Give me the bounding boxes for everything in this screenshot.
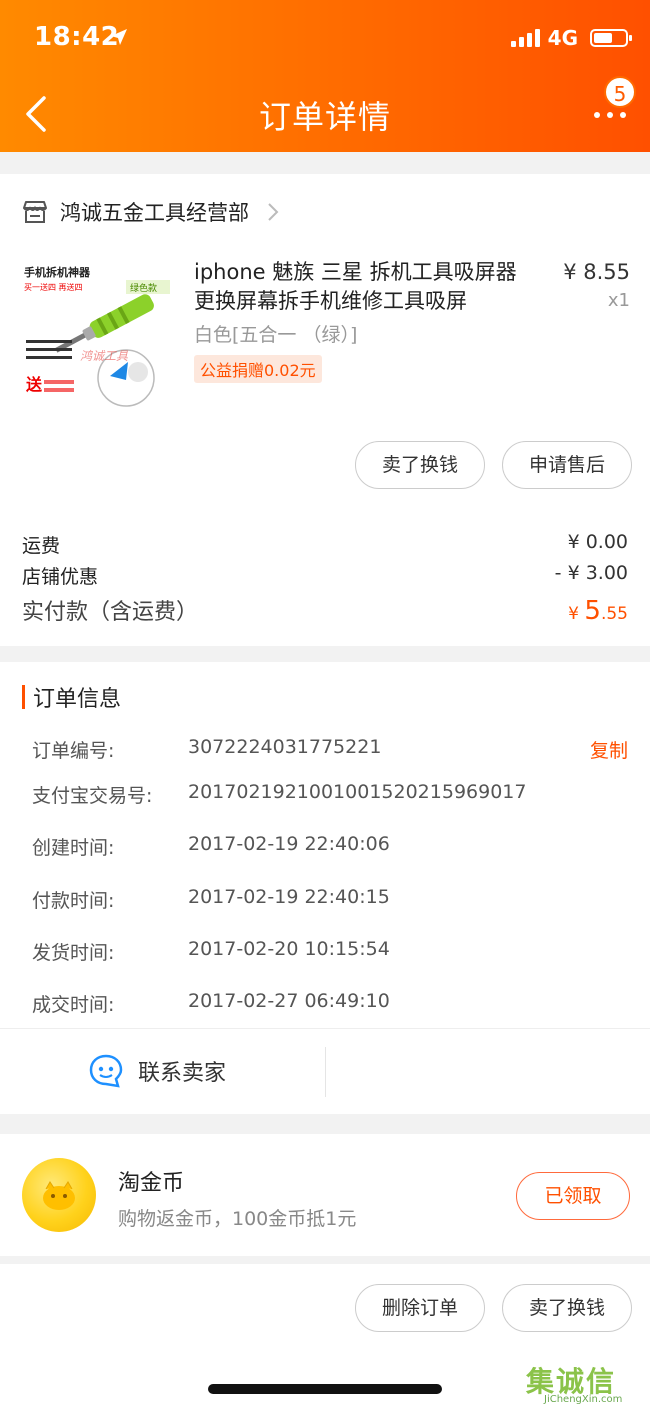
battery-icon [590,29,632,47]
order-info-title: 订单信息 [22,683,122,712]
shop-link[interactable]: 鸿诚五金工具经营部 [22,196,279,228]
watermark-logo: 集诚信 JiChengXin.com [526,1360,642,1405]
svg-text:鸿诚工具: 鸿诚工具 [80,349,129,363]
svg-text:买一送四 再送四: 买一送四 再送四 [24,282,83,292]
created-time-label: 创建时间: [32,837,115,859]
product-price: ¥ 8.55 [563,260,630,284]
delete-order-button[interactable]: 删除订单 [355,1284,485,1332]
header-bar: 18:42 4G 订单详情 5 [0,0,650,152]
svg-text:手机拆机神器: 手机拆机神器 [24,265,91,279]
copy-order-number-button[interactable]: 复制 [590,736,628,763]
contact-seller-label: 联系卖家 [138,1061,227,1086]
alipay-trade-label: 支付宝交易号: [32,785,153,807]
shop-discount-row: 店铺优惠 - ¥ 3.00 [22,562,628,589]
order-info-title-text: 订单信息 [33,687,122,712]
status-time: 18:42 [34,22,120,52]
home-indicator[interactable] [208,1384,442,1394]
svg-text:绿色款: 绿色款 [130,282,157,294]
total-paid-value: ¥ 5.55 [568,596,628,626]
svg-text:送: 送 [25,375,43,394]
after-sales-button[interactable]: 申请售后 [502,441,632,489]
shipped-time-label: 发货时间: [32,942,115,964]
total-decimal: .55 [600,604,628,624]
paid-time-value: 2017-02-19 22:40:15 [188,886,390,908]
order-number-label: 订单编号: [32,740,115,762]
more-icon[interactable] [594,100,628,124]
created-time-value: 2017-02-19 22:40:06 [188,833,390,855]
product-thumbnail[interactable]: 手机拆机神器 买一送四 再送四 绿色款 鸿诚工具 送 [22,260,174,410]
total-integer: 5 [584,596,601,626]
alipay-trade-value: 2017021921001001520215969017 [188,781,527,803]
store-icon [23,201,47,223]
contact-seller-button[interactable]: 联系卖家 [88,1053,226,1089]
taojinbi-subtitle: 购物返金币，100金币抵1元 [118,1208,357,1230]
watermark-latin: JiChengXin.com [544,1394,623,1405]
product-title-line1: iphone 魅族 三星 拆机工具吸屏器 [194,260,517,284]
shipping-fee-row: 运费 ¥ 0.00 [22,531,628,558]
shop-name: 鸿诚五金工具经营部 [60,201,249,225]
network-type: 4G [547,26,578,50]
claimed-button[interactable]: 已领取 [516,1172,630,1220]
gold-coin-icon [22,1158,96,1232]
completed-time-value: 2017-02-27 06:49:10 [188,990,390,1012]
total-currency: ¥ [568,604,585,624]
status-bar: 18:42 4G [34,22,632,58]
shop-discount-value: - ¥ 3.00 [554,562,628,584]
total-paid-label: 实付款（含运费） [22,600,199,625]
charity-tag: 公益捐赠0.02元 [194,355,322,383]
chevron-right-icon [268,203,279,221]
contact-bar: 联系卖家 [0,1028,650,1114]
taojinbi-title: 淘金币 [118,1171,185,1196]
page-title: 订单详情 [258,98,391,136]
total-paid-row: 实付款（含运费） ¥ 5.55 [22,594,628,626]
shop-discount-label: 店铺优惠 [22,566,99,588]
paid-time-label: 付款时间: [32,890,115,912]
product-title[interactable]: iphone 魅族 三星 拆机工具吸屏器 更换屏幕拆手机维修工具吸屏 [194,258,544,316]
chat-bubble-icon [89,1054,123,1088]
shipping-fee-value: ¥ 0.00 [567,531,628,553]
location-arrow-icon [111,29,127,45]
signal-icon [510,29,540,47]
shipping-fee-label: 运费 [22,535,61,557]
completed-time-label: 成交时间: [32,994,115,1016]
order-number-value: 3072224031775221 [188,736,382,758]
product-quantity: x1 [607,290,630,311]
product-title-line2: 更换屏幕拆手机维修工具吸屏 [194,289,467,313]
section-accent-bar [22,685,25,709]
sell-for-cash-button[interactable]: 卖了换钱 [355,441,485,489]
shipped-time-value: 2017-02-20 10:15:54 [188,938,390,960]
sell-for-cash-bottom-button[interactable]: 卖了换钱 [502,1284,632,1332]
product-sku: 白色[五合一 （绿）] [194,324,358,346]
contact-divider [325,1047,326,1097]
